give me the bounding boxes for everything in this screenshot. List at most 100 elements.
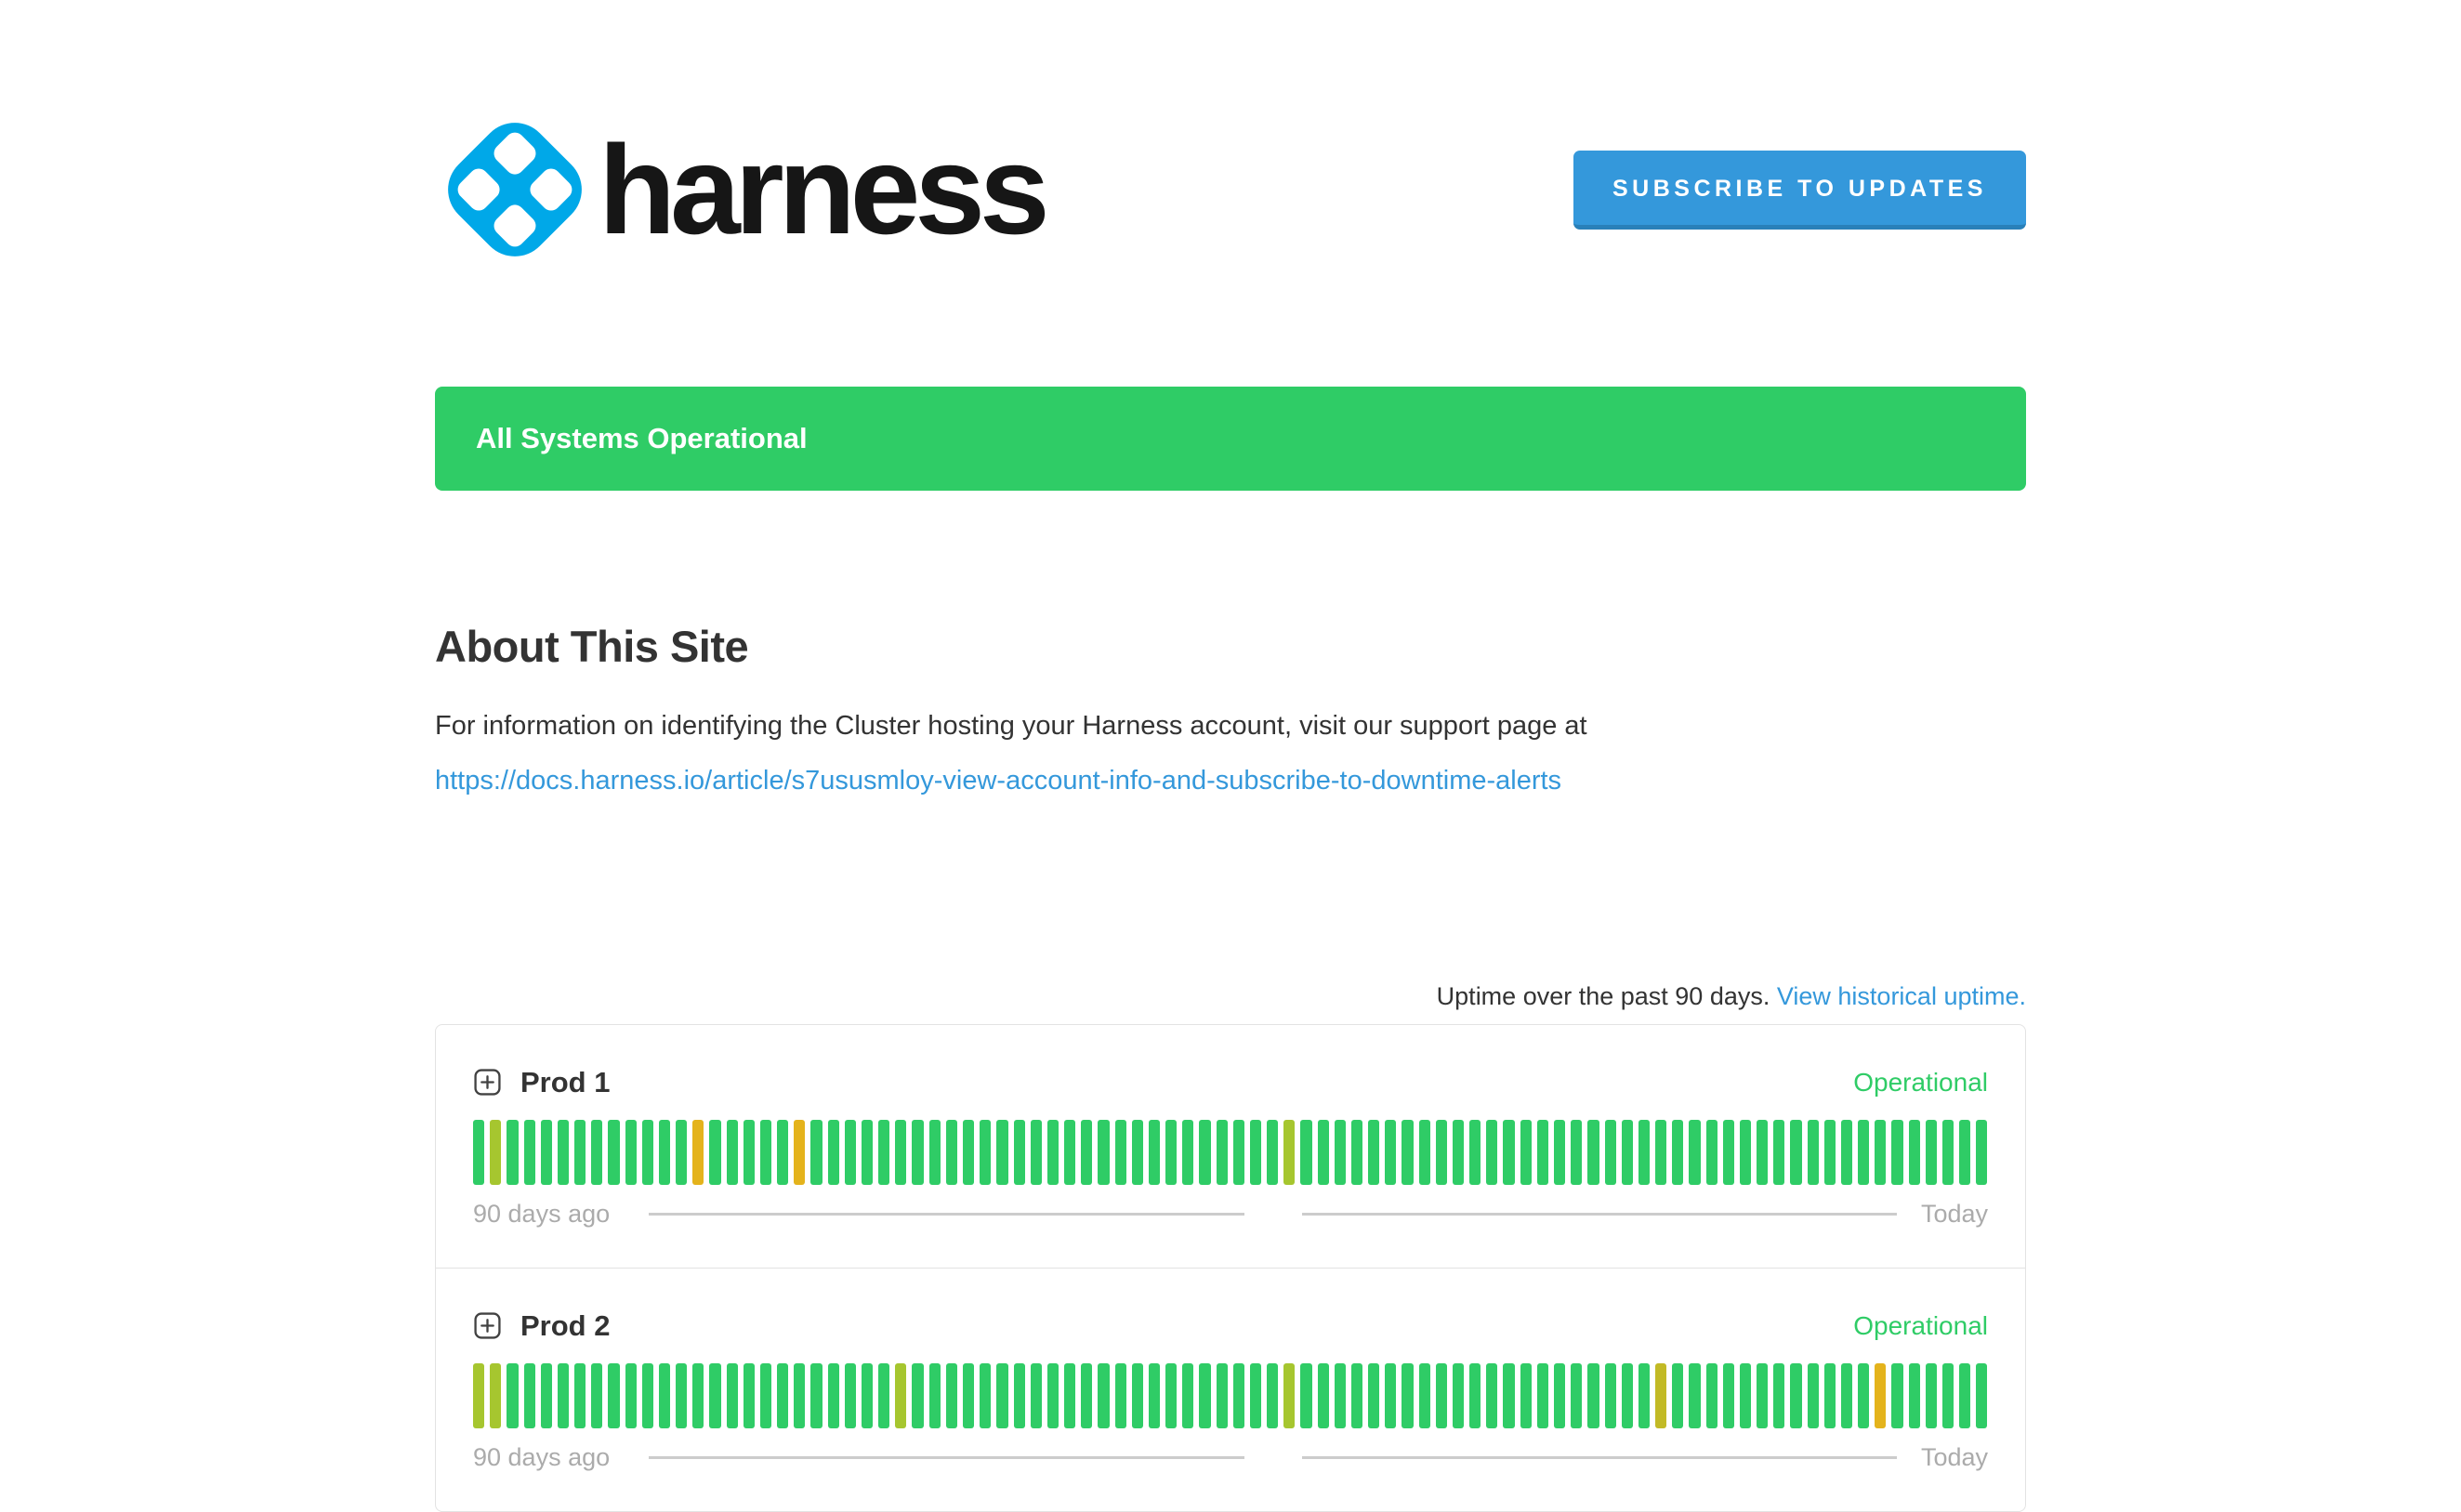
uptime-bar[interactable] — [1149, 1363, 1160, 1428]
uptime-bar[interactable] — [1689, 1363, 1700, 1428]
uptime-bar[interactable] — [1064, 1120, 1075, 1185]
uptime-bar[interactable] — [709, 1363, 720, 1428]
uptime-bar[interactable] — [1723, 1363, 1734, 1428]
uptime-bar[interactable] — [1520, 1363, 1532, 1428]
uptime-bar[interactable] — [1926, 1120, 1937, 1185]
uptime-bar[interactable] — [1182, 1120, 1193, 1185]
uptime-bar[interactable] — [1149, 1120, 1160, 1185]
uptime-bar[interactable] — [946, 1363, 957, 1428]
uptime-bar[interactable] — [1335, 1363, 1346, 1428]
uptime-bar[interactable] — [878, 1363, 889, 1428]
uptime-bar[interactable] — [963, 1363, 974, 1428]
uptime-bar[interactable] — [1132, 1120, 1143, 1185]
uptime-bar[interactable] — [1283, 1363, 1295, 1428]
uptime-bar[interactable] — [1098, 1120, 1109, 1185]
uptime-bar[interactable] — [777, 1120, 788, 1185]
uptime-bar[interactable] — [1740, 1120, 1751, 1185]
uptime-bar[interactable] — [1115, 1363, 1126, 1428]
uptime-bar[interactable] — [1014, 1363, 1025, 1428]
uptime-bar[interactable] — [1132, 1363, 1143, 1428]
uptime-bar[interactable] — [895, 1363, 906, 1428]
uptime-bar[interactable] — [1199, 1120, 1210, 1185]
uptime-bar[interactable] — [1486, 1363, 1497, 1428]
uptime-bar[interactable] — [1098, 1363, 1109, 1428]
uptime-bar[interactable] — [1081, 1363, 1092, 1428]
uptime-bar[interactable] — [1942, 1120, 1954, 1185]
uptime-bar[interactable] — [1318, 1120, 1329, 1185]
uptime-bar[interactable] — [1453, 1363, 1464, 1428]
uptime-bar[interactable] — [676, 1120, 687, 1185]
uptime-bar[interactable] — [1368, 1120, 1379, 1185]
expand-plus-icon[interactable] — [473, 1068, 502, 1097]
uptime-bar[interactable] — [1790, 1120, 1801, 1185]
uptime-bar[interactable] — [996, 1120, 1007, 1185]
uptime-bar[interactable] — [1891, 1363, 1902, 1428]
uptime-bar[interactable] — [1031, 1363, 1042, 1428]
uptime-bar[interactable] — [692, 1120, 704, 1185]
uptime-bar[interactable] — [1250, 1363, 1261, 1428]
uptime-bar[interactable] — [1959, 1363, 1970, 1428]
uptime-bar[interactable] — [1638, 1120, 1650, 1185]
uptime-bar[interactable] — [1182, 1363, 1193, 1428]
uptime-bar[interactable] — [1773, 1363, 1784, 1428]
uptime-bar[interactable] — [794, 1363, 805, 1428]
uptime-bar[interactable] — [1757, 1363, 1768, 1428]
uptime-bar[interactable] — [642, 1120, 653, 1185]
uptime-bar[interactable] — [558, 1363, 569, 1428]
uptime-bar[interactable] — [1942, 1363, 1954, 1428]
uptime-bar[interactable] — [828, 1363, 839, 1428]
uptime-bar[interactable] — [1385, 1120, 1396, 1185]
uptime-bar[interactable] — [709, 1120, 720, 1185]
uptime-bar[interactable] — [1217, 1120, 1228, 1185]
uptime-bar[interactable] — [1503, 1120, 1514, 1185]
uptime-bar[interactable] — [878, 1120, 889, 1185]
view-historical-uptime-link[interactable]: View historical uptime. — [1777, 982, 2026, 1010]
uptime-bar[interactable] — [1453, 1120, 1464, 1185]
uptime-bar[interactable] — [1571, 1120, 1582, 1185]
uptime-bar[interactable] — [1926, 1363, 1937, 1428]
uptime-bar[interactable] — [1318, 1363, 1329, 1428]
uptime-bar[interactable] — [1554, 1120, 1565, 1185]
uptime-bar[interactable] — [912, 1120, 923, 1185]
uptime-bar[interactable] — [744, 1363, 755, 1428]
uptime-bar[interactable] — [1605, 1363, 1616, 1428]
uptime-bar[interactable] — [1283, 1120, 1295, 1185]
uptime-bar[interactable] — [912, 1363, 923, 1428]
uptime-bar[interactable] — [1014, 1120, 1025, 1185]
uptime-bar[interactable] — [1436, 1120, 1447, 1185]
uptime-bar[interactable] — [1909, 1120, 1920, 1185]
uptime-bar[interactable] — [1351, 1120, 1362, 1185]
uptime-bar[interactable] — [1503, 1363, 1514, 1428]
uptime-bar[interactable] — [1689, 1120, 1700, 1185]
uptime-bar[interactable] — [1587, 1120, 1599, 1185]
uptime-bar[interactable] — [1740, 1363, 1751, 1428]
uptime-bar[interactable] — [1587, 1363, 1599, 1428]
uptime-bar[interactable] — [1047, 1120, 1059, 1185]
uptime-bar[interactable] — [507, 1363, 518, 1428]
uptime-bar[interactable] — [845, 1363, 856, 1428]
uptime-bar[interactable] — [659, 1120, 670, 1185]
uptime-bar[interactable] — [625, 1363, 637, 1428]
uptime-bar[interactable] — [490, 1363, 501, 1428]
uptime-bar[interactable] — [1115, 1120, 1126, 1185]
uptime-bar[interactable] — [574, 1363, 586, 1428]
uptime-bar[interactable] — [1335, 1120, 1346, 1185]
about-support-link[interactable]: https://docs.harness.io/article/s7ususml… — [435, 766, 2026, 796]
uptime-bar[interactable] — [1233, 1120, 1244, 1185]
uptime-bar[interactable] — [760, 1363, 771, 1428]
uptime-bar[interactable] — [862, 1120, 873, 1185]
uptime-bar[interactable] — [1959, 1120, 1970, 1185]
uptime-bar[interactable] — [1571, 1363, 1582, 1428]
uptime-bar[interactable] — [558, 1120, 569, 1185]
uptime-bar[interactable] — [473, 1120, 484, 1185]
uptime-bar[interactable] — [1368, 1363, 1379, 1428]
uptime-bar[interactable] — [1706, 1363, 1717, 1428]
uptime-bar[interactable] — [1419, 1120, 1430, 1185]
uptime-bar[interactable] — [1858, 1363, 1869, 1428]
uptime-bar[interactable] — [1672, 1363, 1683, 1428]
uptime-bar[interactable] — [963, 1120, 974, 1185]
uptime-bar[interactable] — [1537, 1363, 1548, 1428]
uptime-bar[interactable] — [1351, 1363, 1362, 1428]
uptime-bar[interactable] — [692, 1363, 704, 1428]
uptime-bar[interactable] — [996, 1363, 1007, 1428]
